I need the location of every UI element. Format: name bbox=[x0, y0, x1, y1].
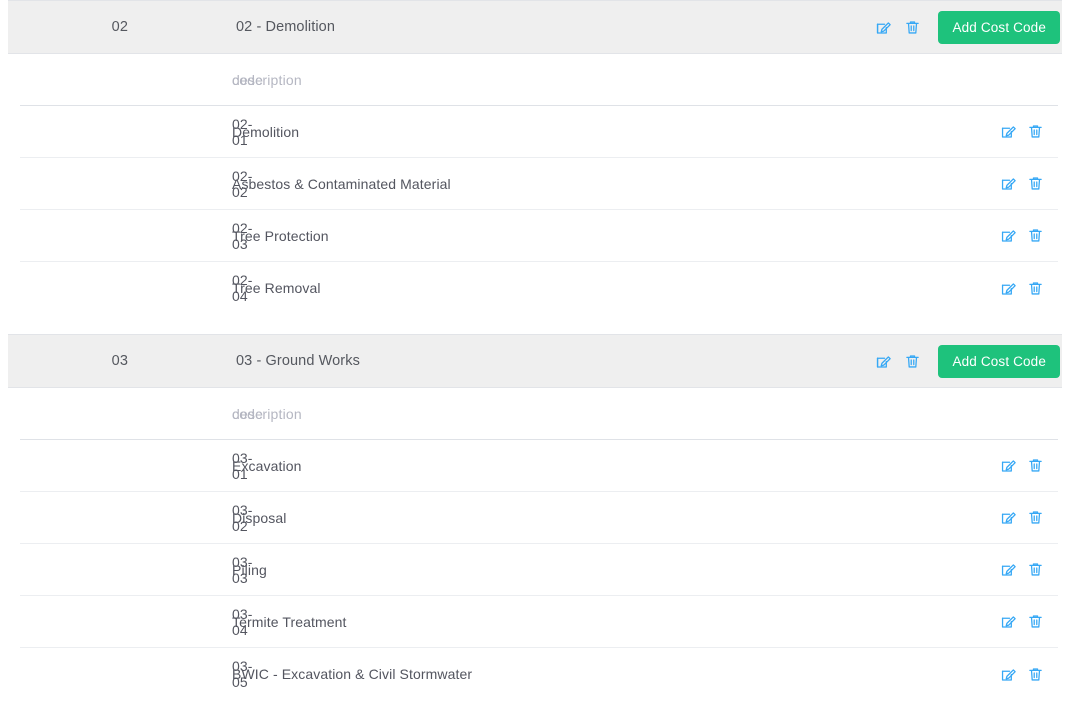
row-actions bbox=[999, 561, 1058, 579]
edit-pencil-square-icon[interactable] bbox=[999, 613, 1017, 631]
cell-description: BWIC - Excavation & Civil Stormwater bbox=[232, 666, 999, 682]
edit-pencil-square-icon[interactable] bbox=[999, 509, 1017, 527]
cost-code-table: code description 02-01 Demolition bbox=[20, 54, 1058, 314]
cost-codes-page: 02 02 - Demolition bbox=[0, 0, 1080, 717]
group-code: 03 bbox=[8, 353, 128, 369]
table-body: 03-01 Excavation 03-02 Disposa bbox=[20, 440, 1058, 700]
cell-code: 02-02 bbox=[20, 168, 232, 200]
cell-code: 02-04 bbox=[20, 272, 232, 304]
cost-code-table: code description 03-01 Excavation bbox=[20, 388, 1058, 700]
edit-pencil-square-icon[interactable] bbox=[999, 175, 1017, 193]
group-header-actions: Add Cost Code bbox=[874, 345, 1062, 378]
cell-code: 03-01 bbox=[20, 450, 232, 482]
trash-can-icon[interactable] bbox=[1026, 279, 1044, 297]
trash-can-icon[interactable] bbox=[1026, 457, 1044, 475]
row-actions bbox=[999, 175, 1058, 193]
cell-code: 02-03 bbox=[20, 220, 232, 252]
group-title: 02 - Demolition bbox=[236, 19, 335, 35]
group-spacer bbox=[0, 314, 1080, 334]
column-header-code: code bbox=[20, 72, 232, 88]
edit-pencil-square-icon[interactable] bbox=[999, 123, 1017, 141]
table-row[interactable]: 03-04 Termite Treatment bbox=[20, 596, 1058, 648]
cell-description: Piling bbox=[232, 562, 999, 578]
cell-code: 03-03 bbox=[20, 554, 232, 586]
group-header-row: 02 02 - Demolition bbox=[8, 0, 1062, 54]
table-row[interactable]: 02-03 Tree Protection bbox=[20, 210, 1058, 262]
table-body: 02-01 Demolition 02-02 Asbesto bbox=[20, 106, 1058, 314]
cell-code: 03-05 bbox=[20, 658, 232, 690]
trash-can-icon[interactable] bbox=[1026, 509, 1044, 527]
edit-pencil-square-icon[interactable] bbox=[999, 279, 1017, 297]
cell-description: Termite Treatment bbox=[232, 614, 999, 630]
cell-description: Demolition bbox=[232, 124, 999, 140]
table-row[interactable]: 03-01 Excavation bbox=[20, 440, 1058, 492]
cell-description: Tree Protection bbox=[232, 228, 999, 244]
row-actions bbox=[999, 665, 1058, 683]
row-actions bbox=[999, 457, 1058, 475]
group-header-actions: Add Cost Code bbox=[874, 11, 1062, 44]
edit-pencil-square-icon[interactable] bbox=[999, 227, 1017, 245]
cost-code-groups-list: 02 02 - Demolition bbox=[0, 0, 1080, 720]
row-actions bbox=[999, 509, 1058, 527]
column-header-description: description bbox=[232, 72, 1058, 88]
table-row[interactable]: 03-02 Disposal bbox=[20, 492, 1058, 544]
edit-pencil-square-icon[interactable] bbox=[999, 665, 1017, 683]
trash-can-icon[interactable] bbox=[1026, 613, 1044, 631]
edit-pencil-square-icon[interactable] bbox=[874, 352, 892, 370]
trash-can-icon[interactable] bbox=[1026, 227, 1044, 245]
cost-code-group: 03 03 - Ground Works bbox=[0, 334, 1080, 720]
group-spacer bbox=[0, 700, 1080, 720]
cell-description: Excavation bbox=[232, 458, 999, 474]
cost-code-group: 02 02 - Demolition bbox=[0, 0, 1080, 334]
cell-description: Tree Removal bbox=[232, 280, 999, 296]
row-actions bbox=[999, 279, 1058, 297]
row-actions bbox=[999, 123, 1058, 141]
table-row[interactable]: 02-01 Demolition bbox=[20, 106, 1058, 158]
trash-can-icon[interactable] bbox=[1026, 561, 1044, 579]
cell-code: 03-04 bbox=[20, 606, 232, 638]
add-cost-code-button[interactable]: Add Cost Code bbox=[938, 11, 1060, 44]
edit-pencil-square-icon[interactable] bbox=[999, 457, 1017, 475]
cell-code: 03-02 bbox=[20, 502, 232, 534]
trash-can-icon[interactable] bbox=[903, 352, 921, 370]
group-code: 02 bbox=[8, 19, 128, 35]
column-header-description: description bbox=[232, 406, 1058, 422]
table-row[interactable]: 03-03 Piling bbox=[20, 544, 1058, 596]
edit-pencil-square-icon[interactable] bbox=[999, 561, 1017, 579]
trash-can-icon[interactable] bbox=[1026, 123, 1044, 141]
group-header-row: 03 03 - Ground Works bbox=[8, 334, 1062, 388]
add-cost-code-button[interactable]: Add Cost Code bbox=[938, 345, 1060, 378]
column-header-code: code bbox=[20, 406, 232, 422]
table-header-row: code description bbox=[20, 388, 1058, 440]
table-row[interactable]: 02-04 Tree Removal bbox=[20, 262, 1058, 314]
trash-can-icon[interactable] bbox=[1026, 175, 1044, 193]
cell-description: Asbestos & Contaminated Material bbox=[232, 176, 999, 192]
group-title: 03 - Ground Works bbox=[236, 353, 360, 369]
edit-pencil-square-icon[interactable] bbox=[874, 18, 892, 36]
table-row[interactable]: 03-05 BWIC - Excavation & Civil Stormwat… bbox=[20, 648, 1058, 700]
trash-can-icon[interactable] bbox=[903, 18, 921, 36]
table-header-row: code description bbox=[20, 54, 1058, 106]
trash-can-icon[interactable] bbox=[1026, 665, 1044, 683]
row-actions bbox=[999, 613, 1058, 631]
row-actions bbox=[999, 227, 1058, 245]
cell-description: Disposal bbox=[232, 510, 999, 526]
cell-code: 02-01 bbox=[20, 116, 232, 148]
table-row[interactable]: 02-02 Asbestos & Contaminated Material bbox=[20, 158, 1058, 210]
